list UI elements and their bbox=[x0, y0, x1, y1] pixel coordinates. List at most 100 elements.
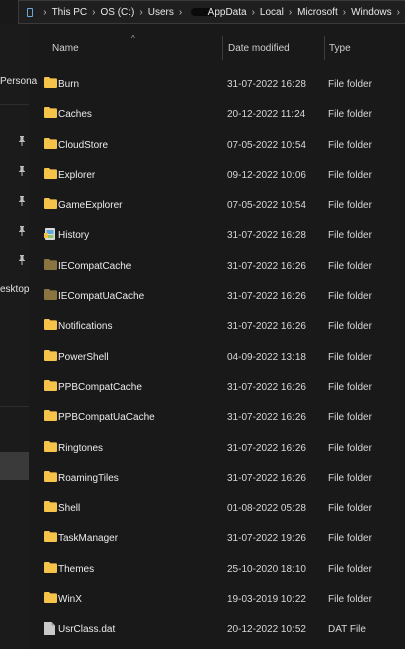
file-row[interactable]: GameExplorer 07-05-2022 10:54 File folder bbox=[29, 190, 405, 220]
file-row[interactable]: PowerShell 04-09-2022 13:18 File folder bbox=[29, 342, 405, 372]
folder-icon bbox=[44, 198, 57, 210]
file-date-modified: 19-03-2019 10:22 bbox=[227, 594, 306, 606]
folder-icon bbox=[44, 501, 57, 513]
file-type: File folder bbox=[328, 79, 372, 90]
file-type: File folder bbox=[328, 533, 372, 545]
nav-divider bbox=[0, 406, 29, 407]
file-row[interactable]: Ringtones 31-07-2022 16:26 File folder bbox=[29, 433, 405, 463]
nav-item-selected[interactable] bbox=[0, 452, 29, 480]
chevron-right-icon[interactable]: › bbox=[289, 7, 292, 18]
file-date-modified: 31-07-2022 16:26 bbox=[227, 260, 306, 272]
pin-icon[interactable] bbox=[18, 255, 26, 265]
file-name: RoamingTiles bbox=[58, 472, 119, 484]
file-name: PPBCompatCache bbox=[58, 381, 142, 393]
folder-icon bbox=[44, 410, 57, 422]
file-row[interactable]: Themes 25-10-2020 18:10 File folder bbox=[29, 554, 405, 584]
file-date-modified: 31-07-2022 19:26 bbox=[227, 533, 306, 545]
file-name: CloudStore bbox=[58, 139, 109, 151]
file-name: Notifications bbox=[58, 321, 113, 333]
breadcrumb-users[interactable]: Users bbox=[148, 7, 174, 18]
breadcrumb-local[interactable]: Local bbox=[260, 7, 284, 18]
breadcrumb-this-pc[interactable]: This PC bbox=[52, 7, 88, 18]
file-row[interactable]: CloudStore 07-05-2022 10:54 File folder bbox=[29, 130, 405, 160]
breadcrumb-appdata[interactable]: AppData bbox=[208, 7, 247, 18]
address-bar[interactable]: › This PC › OS (C:) › Users › AppData › … bbox=[18, 0, 405, 24]
file-icon bbox=[44, 622, 57, 636]
breadcrumb-os-c[interactable]: OS (C:) bbox=[100, 7, 134, 18]
file-date-modified: 04-09-2022 13:18 bbox=[227, 351, 306, 363]
column-divider[interactable] bbox=[222, 36, 223, 60]
file-date-modified: 07-05-2022 10:54 bbox=[227, 200, 306, 212]
file-name: Explorer bbox=[58, 169, 96, 181]
navigation-pane: Persona esktop bbox=[0, 24, 37, 649]
file-row[interactable]: Notifications 31-07-2022 16:26 File folder bbox=[29, 311, 405, 341]
file-row[interactable]: Caches 20-12-2022 11:24 File folder bbox=[29, 99, 405, 129]
folder-icon bbox=[44, 77, 57, 88]
file-type: File folder bbox=[328, 169, 372, 181]
file-row[interactable]: IECompatCache 31-07-2022 16:26 File folder bbox=[29, 251, 405, 281]
nav-item-desktop[interactable]: esktop bbox=[0, 284, 29, 295]
file-row[interactable]: WinX 19-03-2019 10:22 File folder bbox=[29, 584, 405, 614]
column-name[interactable]: Name bbox=[52, 43, 79, 54]
file-type: File folder bbox=[328, 563, 372, 575]
file-date-modified: 09-12-2022 10:06 bbox=[227, 169, 306, 181]
file-row[interactable]: IECompatUaCache 31-07-2022 16:26 File fold… bbox=[29, 281, 405, 311]
column-date-modified[interactable]: Date modified bbox=[228, 43, 290, 54]
breadcrumb-microsoft[interactable]: Microsoft bbox=[297, 7, 338, 18]
file-type: File folder bbox=[328, 503, 372, 515]
chevron-right-icon[interactable]: › bbox=[92, 7, 95, 18]
file-type: File folder bbox=[328, 321, 372, 333]
file-name: TaskManager bbox=[58, 533, 119, 545]
folder-icon bbox=[44, 137, 57, 149]
folder-icon bbox=[44, 167, 57, 179]
file-name: IECompatCache bbox=[58, 260, 132, 272]
folder-icon bbox=[44, 592, 57, 604]
pin-icon[interactable] bbox=[18, 196, 26, 206]
file-name: PowerShell bbox=[58, 351, 109, 363]
chevron-right-icon[interactable]: › bbox=[343, 7, 346, 18]
folder-icon bbox=[44, 319, 57, 331]
folder-icon bbox=[44, 531, 57, 543]
file-row[interactable]: Explorer 09-12-2022 10:06 File folder bbox=[29, 160, 405, 190]
file-type: File folder bbox=[328, 594, 372, 606]
chevron-right-icon[interactable]: › bbox=[179, 7, 182, 18]
chevron-right-icon[interactable]: › bbox=[397, 7, 400, 18]
file-date-modified: 31-07-2022 16:26 bbox=[227, 381, 306, 393]
folder-icon bbox=[44, 561, 57, 573]
file-date-modified: 31-07-2022 16:26 bbox=[227, 442, 306, 454]
file-row[interactable]: Burn 31-07-2022 16:28 File folder bbox=[29, 69, 405, 99]
pin-icon[interactable] bbox=[18, 136, 26, 146]
file-date-modified: 31-07-2022 16:26 bbox=[227, 291, 306, 303]
file-name: Burn bbox=[58, 79, 80, 90]
file-date-modified: 31-07-2022 16:28 bbox=[227, 79, 306, 90]
file-name: History bbox=[58, 230, 90, 242]
file-row[interactable]: RoamingTiles 31-07-2022 16:26 File folder bbox=[29, 463, 405, 493]
sort-ascending-icon: ^ bbox=[131, 34, 135, 43]
folder-icon bbox=[44, 470, 57, 482]
pin-icon[interactable] bbox=[18, 166, 26, 176]
file-row[interactable]: PPBCompatUaCache 31-07-2022 16:26 File fol… bbox=[29, 402, 405, 432]
breadcrumb-windows[interactable]: Windows bbox=[351, 7, 392, 18]
history-folder-icon bbox=[44, 228, 57, 241]
file-type: File folder bbox=[328, 109, 372, 121]
file-row[interactable]: History 31-07-2022 16:28 File folder bbox=[29, 220, 405, 250]
file-name: Ringtones bbox=[58, 442, 104, 454]
file-row[interactable]: TaskManager 31-07-2022 19:26 File folder bbox=[29, 523, 405, 553]
pin-icon[interactable] bbox=[18, 226, 26, 236]
chevron-right-icon[interactable]: › bbox=[43, 7, 46, 18]
chevron-right-icon[interactable]: › bbox=[139, 7, 142, 18]
chevron-right-icon[interactable]: › bbox=[252, 7, 255, 18]
file-row[interactable]: UsrClass.dat 20-12-2022 10:52 DAT File bbox=[29, 614, 405, 644]
file-name: WinX bbox=[58, 594, 82, 606]
file-row[interactable]: PPBCompatCache 31-07-2022 16:26 File folde… bbox=[29, 372, 405, 402]
file-row[interactable]: Shell 01-08-2022 05:28 File folder bbox=[29, 493, 405, 523]
column-type[interactable]: Type bbox=[329, 43, 351, 54]
file-name: UsrClass.dat bbox=[58, 624, 116, 636]
folder-icon bbox=[44, 349, 57, 361]
file-name: PPBCompatUaCache bbox=[58, 412, 155, 424]
folder-icon bbox=[44, 107, 57, 119]
file-type: File folder bbox=[328, 260, 372, 272]
folder-icon bbox=[44, 379, 57, 391]
folder-icon bbox=[44, 440, 57, 452]
column-divider[interactable] bbox=[324, 36, 325, 60]
